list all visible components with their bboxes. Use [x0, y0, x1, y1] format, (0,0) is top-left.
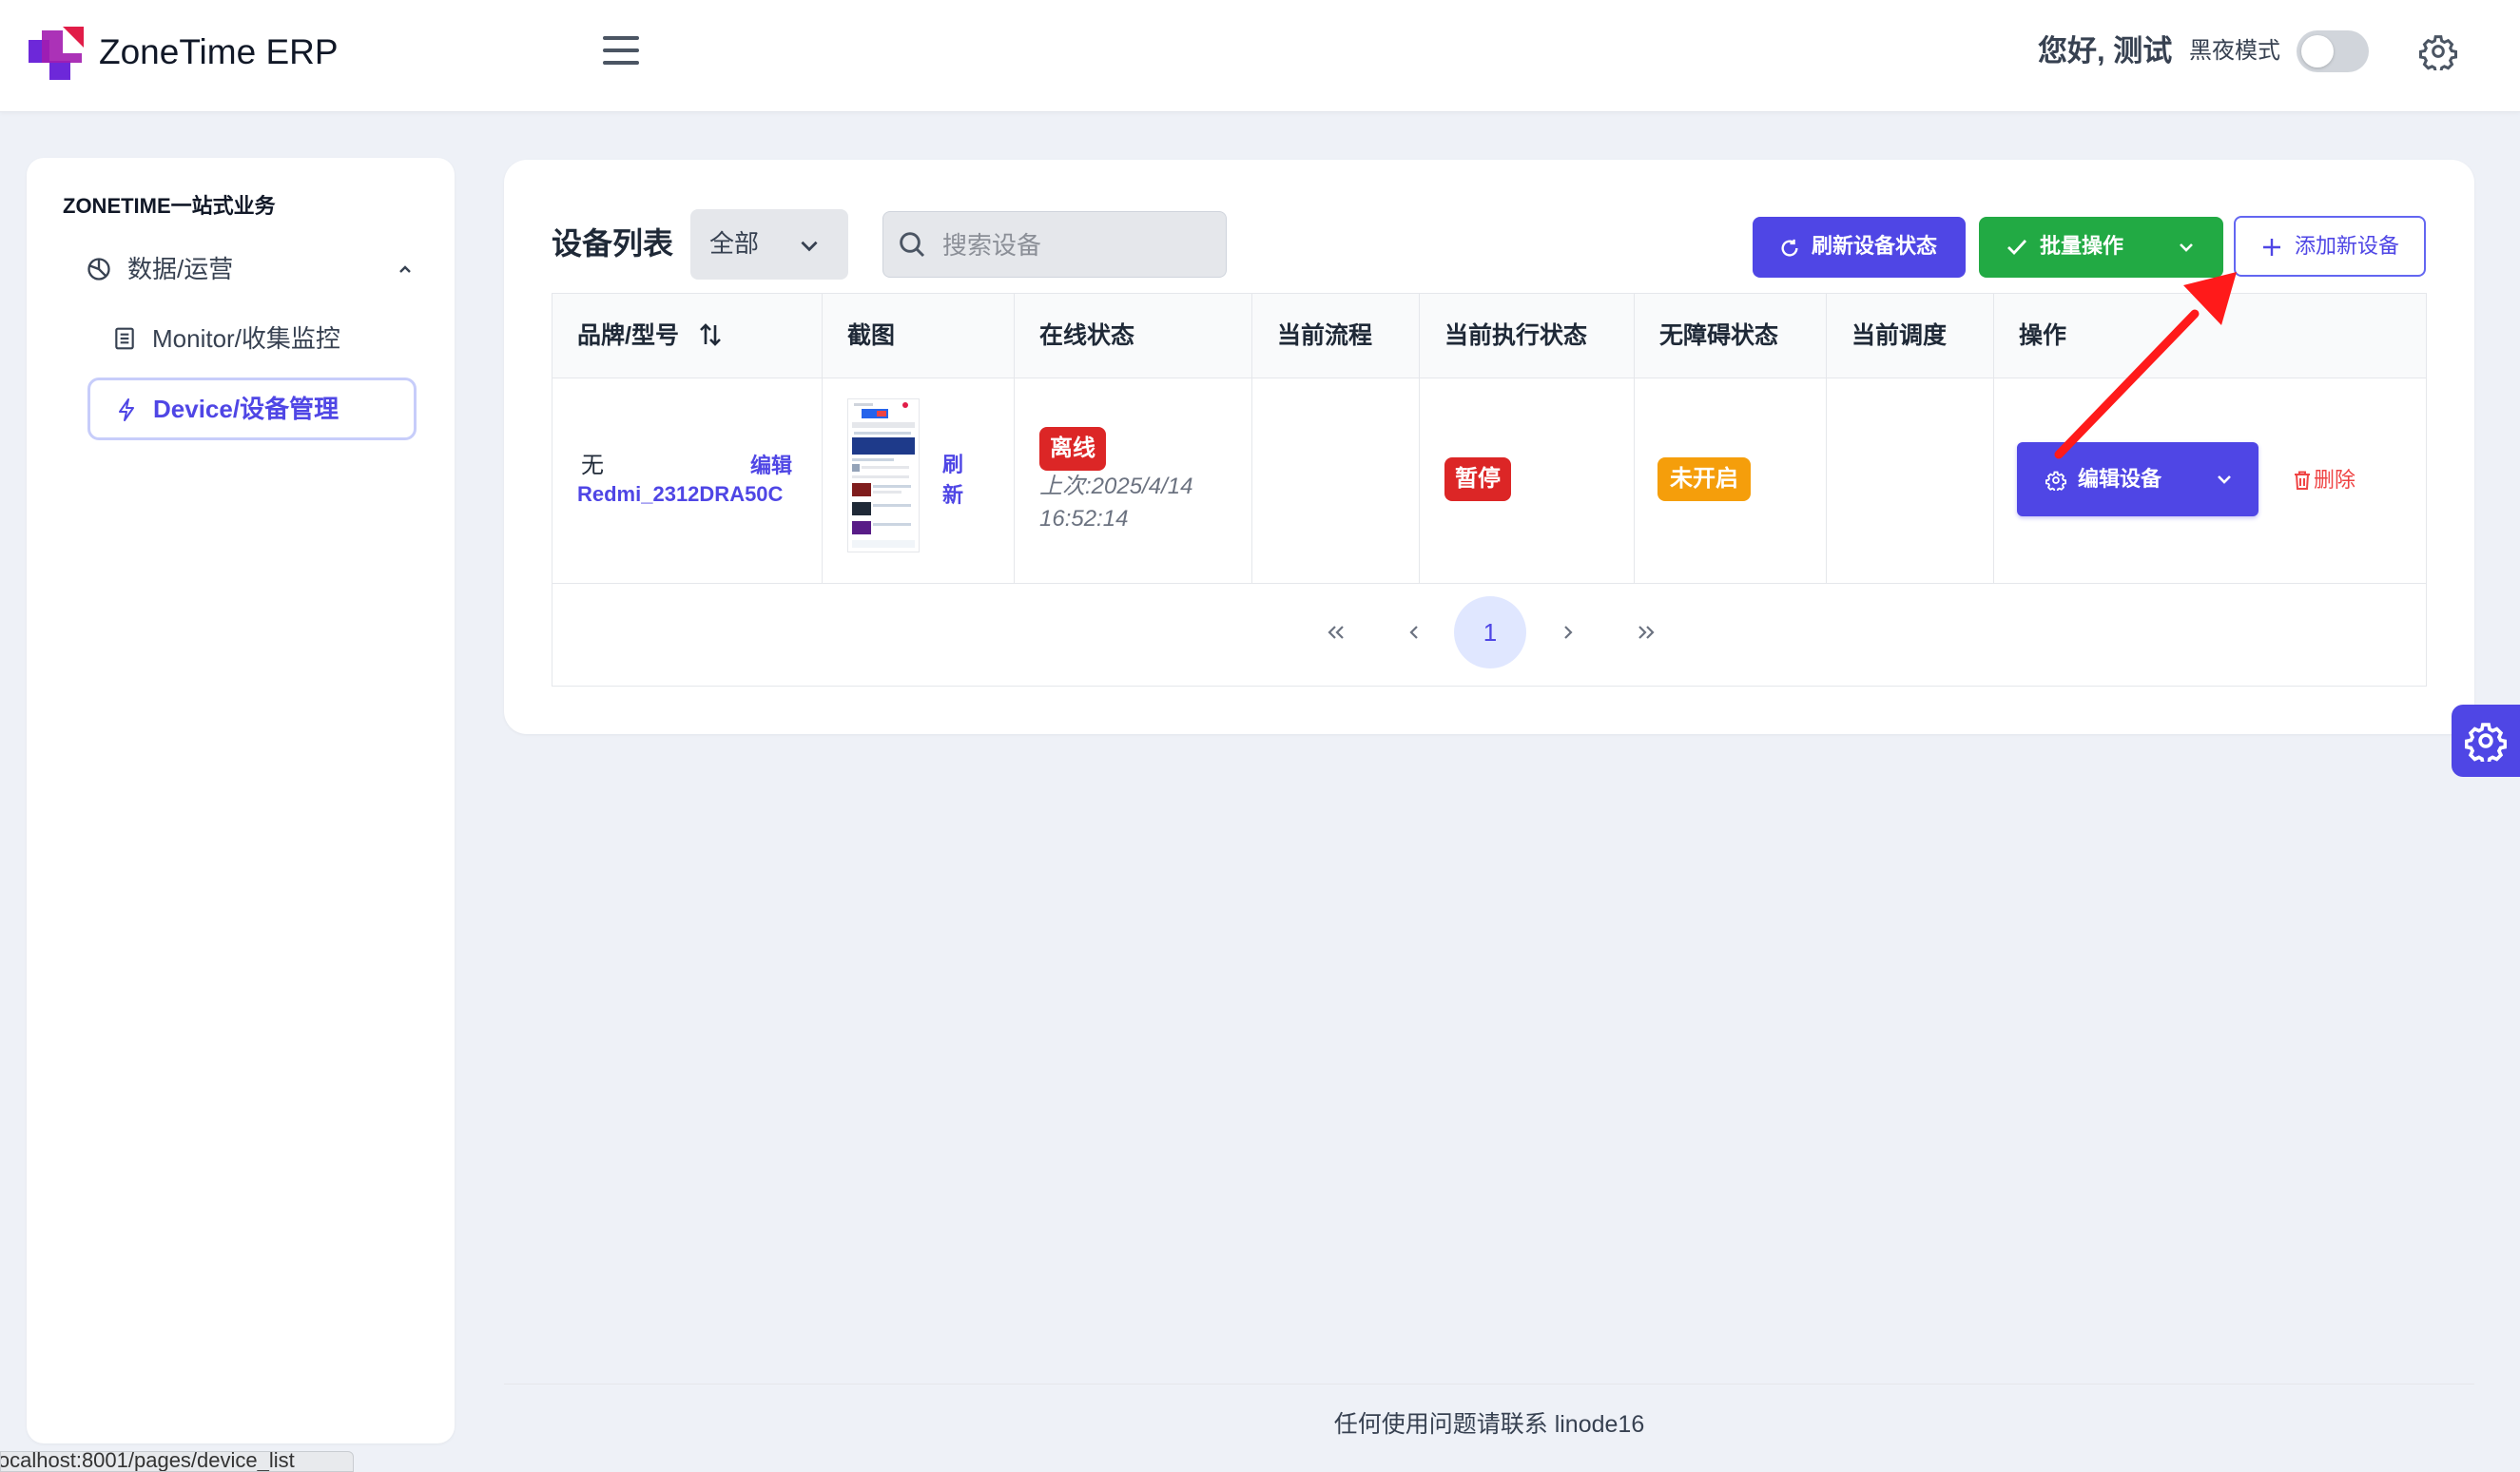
sidebar-section-title: ZONETIME一站式业务	[63, 194, 276, 218]
dark-mode-toggle[interactable]	[2297, 30, 2369, 72]
sort-icon[interactable]	[697, 321, 724, 348]
offline-badge: 离线	[1039, 427, 1106, 471]
floating-settings-button[interactable]	[2452, 705, 2520, 777]
sidebar-item-monitor[interactable]: Monitor/收集监控	[112, 318, 417, 359]
refresh-status-label: 刷新设备状态	[1812, 234, 1938, 258]
chevron-down-icon	[801, 241, 818, 252]
trash-icon	[2295, 471, 2310, 490]
check-icon	[2007, 240, 2027, 256]
column-header: 当前流程	[1252, 294, 1420, 378]
batch-operations-label: 批量操作	[2040, 234, 2124, 258]
pie-chart-icon	[87, 258, 110, 281]
sidebar-item-device[interactable]: Device/设备管理	[87, 378, 417, 440]
filter-selected-value: 全部	[709, 229, 760, 258]
actions-cell: 编辑设备 删除	[1994, 378, 2426, 583]
next-page-button[interactable]	[1532, 596, 1604, 668]
toggle-knob	[2301, 35, 2334, 68]
browser-status-url: localhost:8001/pages/device_list	[0, 1451, 354, 1472]
footer-contact-text: 任何使用问题请联系 linode16	[1333, 1411, 1645, 1438]
first-page-button[interactable]	[1300, 596, 1372, 668]
exec-status-cell: 暂停	[1420, 378, 1635, 583]
current-flow-cell	[1252, 378, 1420, 583]
last-page-button[interactable]	[1610, 596, 1682, 668]
refresh-status-button[interactable]: 刷新设备状态	[1753, 217, 1966, 278]
column-header: 在线状态	[1015, 294, 1252, 378]
column-header: 截图	[823, 294, 1015, 378]
accessibility-status-cell: 未开启	[1635, 378, 1827, 583]
plus-icon	[2263, 239, 2280, 256]
online-status-cell: 离线 上次:2025/4/14 16:52:14	[1015, 378, 1252, 583]
chevron-up-icon	[399, 265, 411, 273]
double-chevron-left-icon	[1328, 626, 1344, 639]
brand-value: 无	[581, 453, 604, 478]
top-header: ZoneTime ERP 您好, 测试 黑夜模式	[0, 0, 2520, 112]
add-device-label: 添加新设备	[2295, 234, 2400, 258]
search-box	[882, 211, 1227, 278]
device-model-link[interactable]: Redmi_2312DRA50C	[577, 478, 783, 511]
search-input[interactable]	[940, 222, 1220, 269]
refresh-icon	[1781, 239, 1798, 257]
column-header: 当前执行状态	[1420, 294, 1635, 378]
column-header-brand[interactable]: 品牌/型号	[552, 294, 823, 378]
pagination: 1	[552, 583, 2426, 686]
gear-icon	[2465, 723, 2507, 762]
sidebar-item-label: Monitor/收集监控	[152, 324, 340, 353]
delete-device-label: 删除	[2314, 468, 2356, 492]
document-icon	[115, 327, 134, 350]
screenshot-refresh-link[interactable]: 刷新	[942, 450, 971, 511]
sidebar-group-label: 数据/运营	[127, 255, 234, 283]
page-title: 设备列表	[552, 226, 674, 261]
edit-device-button[interactable]: 编辑设备	[2017, 442, 2258, 516]
status-filter-select[interactable]: 全部	[690, 209, 848, 280]
table-row: 无 编辑 Redmi_2312DRA50C 刷新 离线 上次:2025/4/14…	[552, 378, 2426, 584]
column-header: 无障碍状态	[1635, 294, 1827, 378]
footer-divider	[504, 1384, 2474, 1385]
device-table: 品牌/型号 截图 在线状态 当前流程 当前执行状态 无障碍状态 当前调度 操作 …	[552, 293, 2427, 687]
page-number-button[interactable]: 1	[1454, 596, 1526, 668]
menu-toggle-icon[interactable]	[601, 32, 643, 70]
app-logo-icon	[29, 27, 84, 80]
lightning-icon	[119, 398, 134, 421]
last-seen-time: 上次:2025/4/14 16:52:14	[1039, 474, 1193, 532]
double-chevron-right-icon	[1638, 626, 1655, 639]
paused-badge: 暂停	[1444, 457, 1511, 501]
chevron-right-icon	[1564, 626, 1573, 639]
sidebar-item-label: Device/设备管理	[153, 395, 339, 423]
chevron-down-icon	[2218, 475, 2231, 484]
sidebar-group-data-ops[interactable]: 数据/运营	[86, 248, 428, 290]
accessibility-off-badge: 未开启	[1657, 457, 1751, 501]
column-header: 当前调度	[1827, 294, 1994, 378]
table-header: 品牌/型号 截图 在线状态 当前流程 当前执行状态 无障碍状态 当前调度 操作	[552, 294, 2426, 378]
screenshot-cell: 刷新	[823, 378, 1015, 583]
brand-cell: 无 编辑 Redmi_2312DRA50C	[552, 378, 823, 583]
chevron-down-icon	[2180, 243, 2193, 252]
gear-icon	[2045, 471, 2066, 491]
sidebar: ZONETIME一站式业务 数据/运营 Monitor/收集监控 Device/…	[27, 158, 455, 1443]
dark-mode-label: 黑夜模式	[2189, 38, 2280, 64]
edit-device-label: 编辑设备	[2078, 467, 2162, 491]
current-schedule-cell	[1827, 378, 1994, 583]
device-screenshot-thumbnail[interactable]	[847, 398, 920, 552]
prev-page-button[interactable]	[1378, 596, 1450, 668]
status-url-text: localhost:8001/pages/device_list	[0, 1451, 295, 1472]
settings-gear-icon[interactable]	[2419, 32, 2457, 70]
chevron-left-icon	[1409, 626, 1418, 639]
user-greeting: 您好, 测试	[2038, 34, 2173, 68]
app-title: ZoneTime ERP	[99, 32, 339, 71]
add-device-button[interactable]: 添加新设备	[2234, 216, 2426, 277]
brand-edit-link[interactable]: 编辑	[750, 450, 792, 482]
batch-operations-button[interactable]: 批量操作	[1979, 217, 2223, 278]
column-header-label: 品牌/型号	[577, 322, 679, 349]
column-header: 操作	[2019, 322, 2067, 349]
search-icon	[900, 232, 925, 258]
device-list-card: 设备列表 全部 刷新设备状态 批量操作 添加新设备	[504, 160, 2474, 734]
